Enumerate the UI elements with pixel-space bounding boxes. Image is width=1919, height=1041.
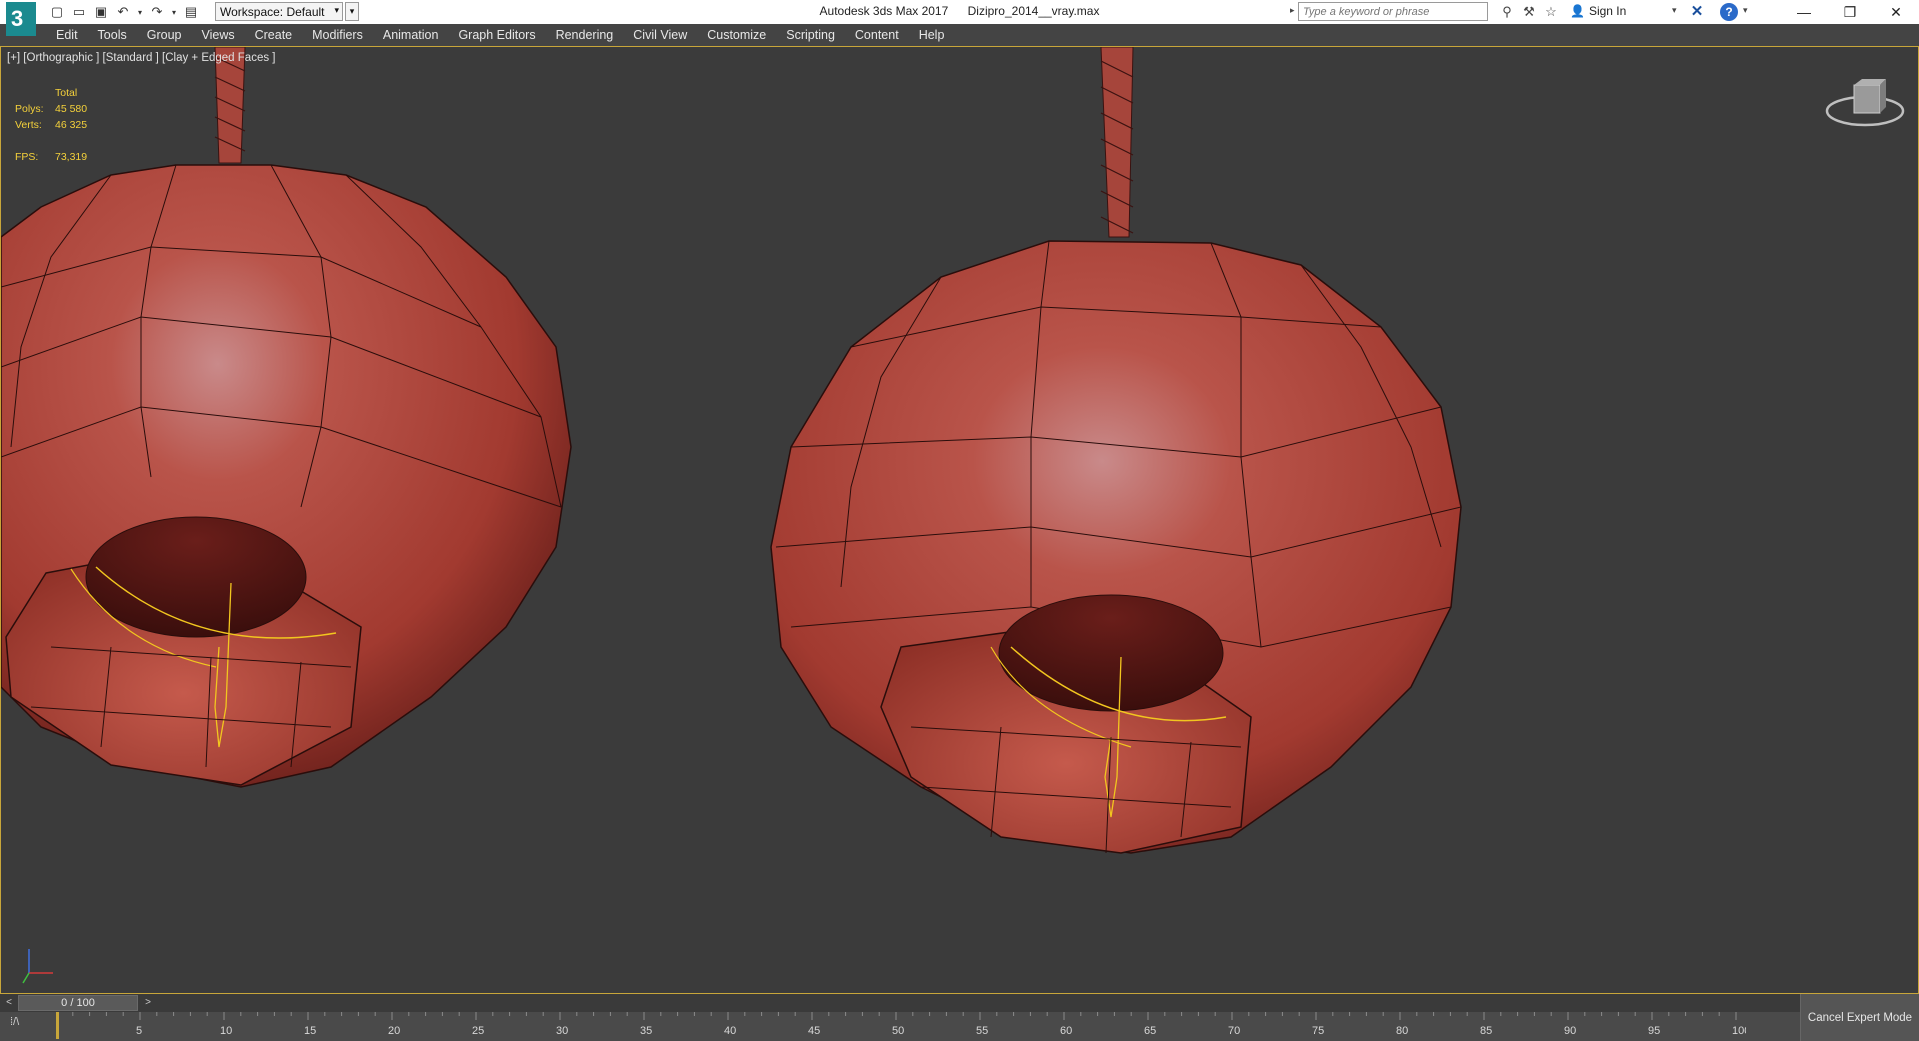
file-name: Dizipro_2014__vray.max <box>967 4 1100 18</box>
menu-modifiers[interactable]: Modifiers <box>302 28 373 42</box>
ruler-tick-label: 85 <box>1480 1025 1492 1037</box>
verts-value: 46 325 <box>55 119 88 131</box>
subscription-icon[interactable]: ⚒ <box>1520 2 1538 21</box>
ruler-tick-label: 75 <box>1312 1025 1324 1037</box>
new-file-icon[interactable]: ▢ <box>48 3 66 21</box>
ruler-tick-label: 90 <box>1564 1025 1576 1037</box>
menu-scripting[interactable]: Scripting <box>776 28 845 42</box>
curve-editor-icon[interactable]: ⁞/\ <box>10 1016 19 1028</box>
workspace-label: Workspace: Default <box>220 5 325 19</box>
ruler-tick-label: 30 <box>556 1025 568 1037</box>
quick-access-toolbar: ▢ ▭ ▣ ↶ ▾ ↷ ▾ ▤ <box>48 3 200 21</box>
time-slider[interactable]: < 0 / 100 > <box>0 994 1919 1012</box>
fps-value: 73,319 <box>55 151 88 163</box>
ruler-tick-label: 50 <box>892 1025 904 1037</box>
close-icon[interactable]: ✕ <box>1873 0 1919 24</box>
polys-label: Polys: <box>15 103 44 115</box>
menu-help[interactable]: Help <box>909 28 955 42</box>
orthographic-viewport[interactable]: [+] [Orthographic ] [Standard ] [Clay + … <box>0 46 1919 994</box>
ruler-tick-label: 65 <box>1144 1025 1156 1037</box>
workspace-menu-button[interactable]: ▾ <box>345 2 359 21</box>
ruler-tick-label: 35 <box>640 1025 652 1037</box>
help-icon[interactable]: ? <box>1720 3 1738 21</box>
menu-rendering[interactable]: Rendering <box>546 28 624 42</box>
verts-label: Verts: <box>15 119 42 131</box>
undo-icon[interactable]: ↶ <box>114 3 132 21</box>
menu-customize[interactable]: Customize <box>697 28 776 42</box>
menu-graph-editors[interactable]: Graph Editors <box>448 28 545 42</box>
ruler-tick-label: 5 <box>136 1025 142 1037</box>
sign-in-button[interactable]: 👤 Sign In <box>1570 4 1626 18</box>
ruler-tick-label: 45 <box>808 1025 820 1037</box>
undo-dropdown-icon[interactable]: ▾ <box>136 3 144 21</box>
title-bar: 3 ▢ ▭ ▣ ↶ ▾ ↷ ▾ ▤ Workspace: Default ▾ ▾… <box>0 0 1919 36</box>
menu-create[interactable]: Create <box>245 28 303 42</box>
menu-bar: Edit Tools Group Views Create Modifiers … <box>0 24 1919 46</box>
exchange-apps-icon[interactable]: ✕ <box>1688 3 1706 21</box>
polys-value: 45 580 <box>55 103 88 115</box>
open-file-icon[interactable]: ▭ <box>70 3 88 21</box>
fps-label: FPS: <box>15 151 39 163</box>
current-frame-marker[interactable] <box>56 1012 59 1039</box>
chevron-right-icon[interactable]: ▸ <box>1290 5 1295 16</box>
viewcube-icon[interactable] <box>1824 77 1906 137</box>
ruler-tick-label: 80 <box>1396 1025 1408 1037</box>
chevron-down-icon[interactable]: ▾ <box>1672 5 1677 16</box>
ruler-tick-label: 55 <box>976 1025 988 1037</box>
sign-in-label: Sign In <box>1588 4 1627 18</box>
ruler-tick-label: 25 <box>472 1025 484 1037</box>
track-bar[interactable]: ⁞/\ 051015202530354045505560657075808590… <box>0 1012 1800 1041</box>
ruler-tick-label: 40 <box>724 1025 736 1037</box>
viewport-label[interactable]: [+] [Orthographic ] [Standard ] [Clay + … <box>7 52 275 64</box>
ruler-tick-label: 60 <box>1060 1025 1072 1037</box>
restore-icon[interactable]: ❐ <box>1827 0 1873 24</box>
chevron-left-icon[interactable]: < <box>2 995 16 1011</box>
menu-views[interactable]: Views <box>191 28 244 42</box>
cancel-expert-mode-button[interactable]: Cancel Expert Mode <box>1800 994 1919 1041</box>
infocenter-tools: ⚲ ⚒ ☆ <box>1498 2 1560 21</box>
ruler-tick-label: 70 <box>1228 1025 1240 1037</box>
lamp-scene[interactable] <box>1 47 1919 994</box>
ruler-tick-label: 10 <box>220 1025 232 1037</box>
ruler-tick-label: 20 <box>388 1025 400 1037</box>
3ds-max-logo-icon[interactable]: 3 <box>6 2 36 36</box>
menu-tools[interactable]: Tools <box>88 28 137 42</box>
frame-ruler[interactable]: 0510152025303540455055606570758085909510… <box>56 1012 1746 1041</box>
svg-text:3: 3 <box>11 6 23 31</box>
workspace-dropdown[interactable]: Workspace: Default ▾ <box>215 2 343 21</box>
chevron-down-icon[interactable]: ▾ <box>1743 5 1748 16</box>
right-lamp[interactable] <box>770 47 1462 854</box>
search-box: ▸ <box>1290 2 1492 21</box>
favorites-star-icon[interactable]: ☆ <box>1542 2 1560 21</box>
statistics-overlay: Total Polys: 45 580 Verts: 46 325 FPS: 73,3… <box>15 85 87 165</box>
user-icon: 👤 <box>1570 4 1585 18</box>
window-controls: — ❐ ✕ <box>1781 0 1919 24</box>
axis-gizmo-icon <box>22 949 53 984</box>
time-slider-thumb[interactable]: 0 / 100 <box>18 995 138 1011</box>
project-folder-icon[interactable]: ▤ <box>182 3 200 21</box>
binoculars-icon[interactable]: ⚲ <box>1498 2 1516 21</box>
menu-group[interactable]: Group <box>137 28 192 42</box>
search-input[interactable] <box>1298 2 1488 21</box>
menu-edit[interactable]: Edit <box>46 28 88 42</box>
ruler-tick-label: 15 <box>304 1025 316 1037</box>
menu-animation[interactable]: Animation <box>373 28 449 42</box>
save-icon[interactable]: ▣ <box>92 3 110 21</box>
menu-civil-view[interactable]: Civil View <box>623 28 697 42</box>
minimize-icon[interactable]: — <box>1781 0 1827 24</box>
app-name: Autodesk 3ds Max 2017 <box>819 4 949 18</box>
redo-dropdown-icon[interactable]: ▾ <box>170 3 178 21</box>
redo-icon[interactable]: ↷ <box>148 3 166 21</box>
chevron-right-icon[interactable]: > <box>141 995 155 1011</box>
ruler-tick-label: 100 <box>1732 1025 1746 1037</box>
ruler-tick-label: 95 <box>1648 1025 1660 1037</box>
chevron-down-icon: ▾ <box>334 5 339 15</box>
stats-header: Total <box>55 87 78 99</box>
menu-content[interactable]: Content <box>845 28 909 42</box>
time-slider-panel: < 0 / 100 > ⁞/\ 051015202530354045505560… <box>0 994 1919 1041</box>
